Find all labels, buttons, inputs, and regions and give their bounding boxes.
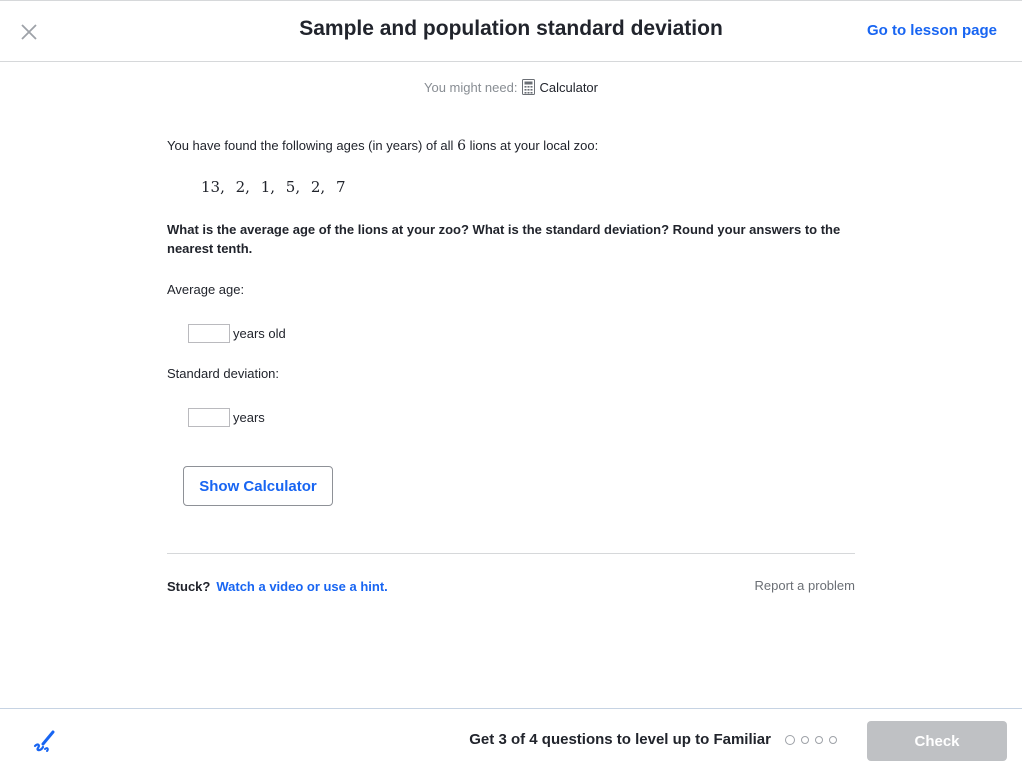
might-need-bar: You might need: Calculator [0, 79, 1022, 95]
ages-data: 13, 2, 1, 5, 2, 7 [201, 178, 346, 196]
average-age-input[interactable] [188, 324, 230, 343]
intro-text-before: You have found the following ages (in ye… [167, 138, 454, 153]
hint-link[interactable]: Watch a video or use a hint. [216, 579, 387, 594]
stuck-row: Stuck? Watch a video or use a hint. [167, 579, 388, 594]
question-text: What is the average age of the lions at … [167, 222, 841, 256]
average-age-row: years old [188, 324, 286, 343]
standard-deviation-label: Standard deviation: [167, 366, 280, 381]
scratchpad-icon[interactable] [32, 727, 58, 753]
standard-deviation-unit: years [233, 410, 265, 425]
help-divider [167, 553, 855, 554]
exercise-footer: Get 3 of 4 questions to level up to Fami… [0, 708, 1022, 761]
stuck-label: Stuck? [167, 579, 211, 594]
calculator-tool-label: Calculator [539, 79, 598, 95]
calculator-tool-link[interactable]: Calculator [522, 79, 598, 95]
problem-intro: You have found the following ages (in ye… [167, 136, 855, 156]
go-to-lesson-link[interactable]: Go to lesson page [867, 22, 997, 39]
calculator-icon [522, 79, 536, 95]
intro-lion-count: 6 [457, 138, 466, 154]
progress-dot [785, 735, 795, 745]
show-calculator-button[interactable]: Show Calculator [183, 466, 333, 506]
standard-deviation-input[interactable] [188, 408, 230, 427]
might-need-label: You might need: [423, 79, 518, 95]
level-up-text: Get 3 of 4 questions to level up to Fami… [469, 731, 771, 748]
progress-dot [829, 736, 837, 744]
intro-text-after: lions at your local zoo: [469, 138, 599, 153]
standard-deviation-row: years [188, 408, 265, 427]
progress-dot [801, 736, 809, 744]
report-problem-link[interactable]: Report a problem [755, 578, 855, 593]
average-age-unit: years old [233, 326, 286, 341]
progress-dots [785, 735, 837, 745]
exercise-header: Sample and population standard deviation… [0, 0, 1022, 62]
average-age-label: Average age: [167, 282, 245, 297]
problem-area: You have found the following ages (in ye… [167, 136, 855, 506]
progress-dot [815, 736, 823, 744]
check-button[interactable]: Check [867, 721, 1007, 761]
